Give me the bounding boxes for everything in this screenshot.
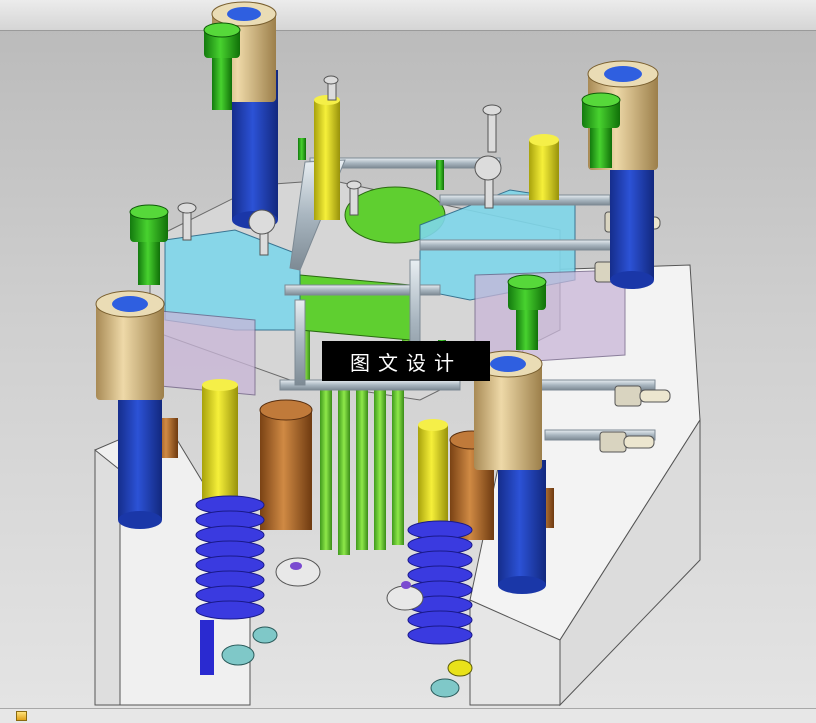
support-block-left bbox=[259, 399, 313, 530]
status-bar bbox=[0, 708, 816, 723]
watermark-label: 图文设计 bbox=[322, 341, 490, 381]
cad-viewport[interactable]: 图文设计 bbox=[0, 0, 816, 708]
spring-right bbox=[407, 520, 473, 645]
part-icon[interactable] bbox=[16, 711, 27, 721]
